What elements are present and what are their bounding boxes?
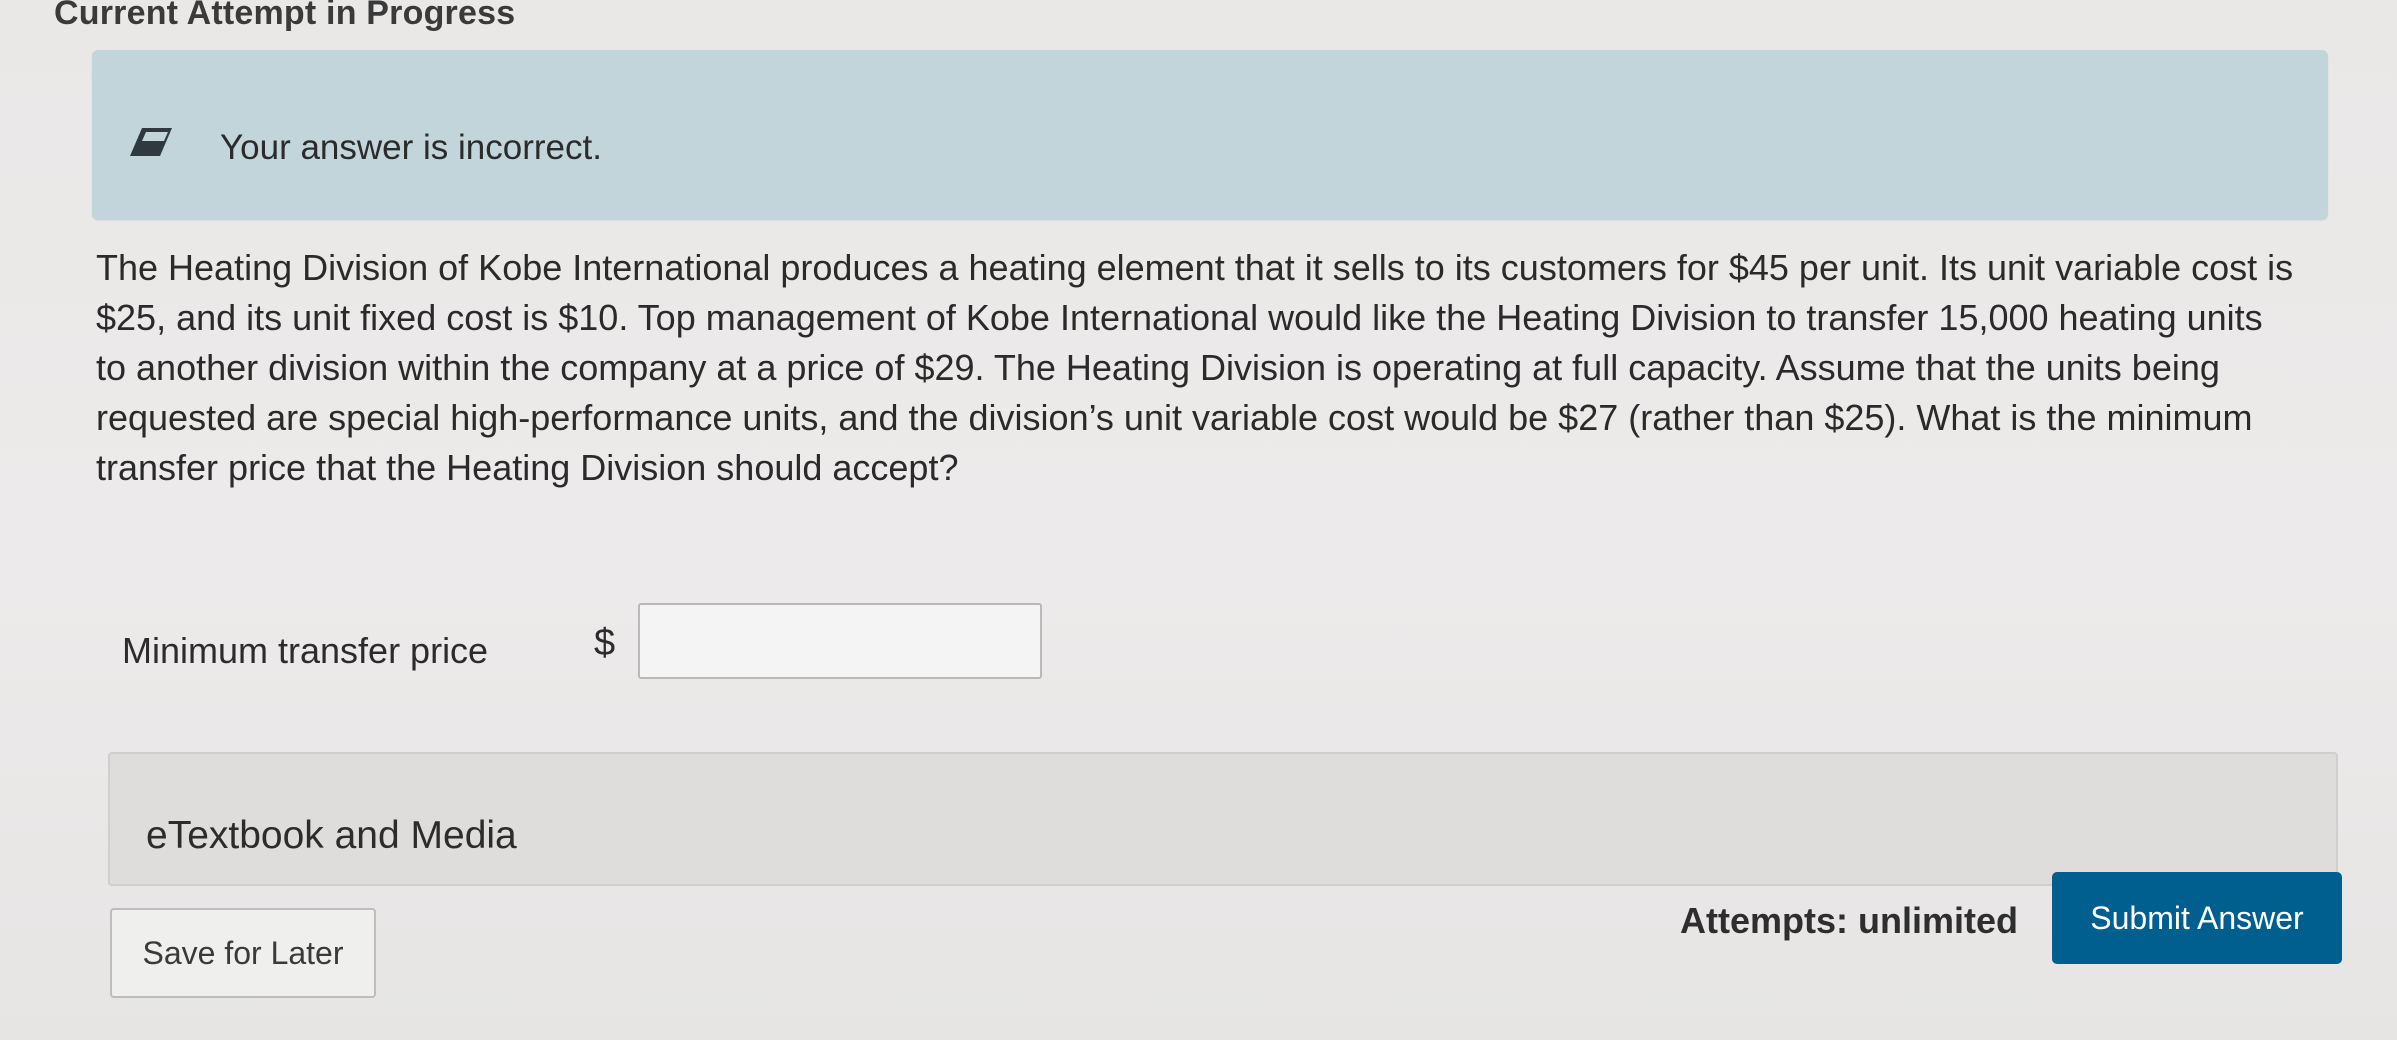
- minimum-transfer-price-input[interactable]: [638, 603, 1042, 679]
- answer-row: Minimum transfer price $: [122, 600, 1122, 686]
- page-title: Current Attempt in Progress: [54, 0, 516, 32]
- submit-answer-button[interactable]: Submit Answer: [2052, 872, 2342, 964]
- page: Current Attempt in Progress Your answer …: [0, 0, 2397, 1040]
- pencil-icon: [128, 126, 174, 158]
- attempts-text: Attempts: unlimited: [1680, 900, 2018, 941]
- currency-symbol: $: [594, 622, 616, 664]
- etextbook-media-label: eTextbook and Media: [146, 814, 517, 857]
- feedback-message: Your answer is incorrect.: [220, 128, 602, 167]
- etextbook-media-panel[interactable]: eTextbook and Media: [108, 752, 2338, 886]
- answer-label: Minimum transfer price: [122, 630, 489, 671]
- save-for-later-button[interactable]: Save for Later: [110, 908, 376, 998]
- feedback-banner: Your answer is incorrect.: [92, 50, 2328, 220]
- question-text: The Heating Division of Kobe Internation…: [96, 247, 2294, 488]
